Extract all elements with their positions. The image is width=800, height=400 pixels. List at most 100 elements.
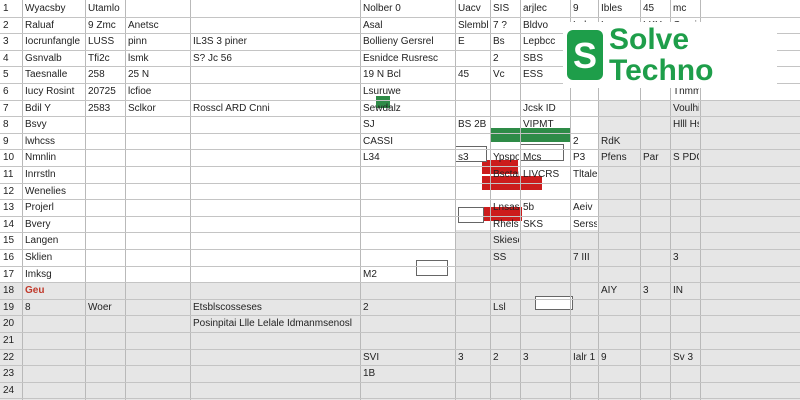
table-cell[interactable]: Ibles <box>601 1 639 16</box>
table-cell[interactable]: Sv 3 <box>673 350 699 365</box>
table-cell[interactable]: Tltalecs <box>573 167 597 182</box>
table-cell[interactable]: Posinpitai Llle Lelale Idmanmsenosl <box>193 316 359 331</box>
table-cell[interactable]: 45 <box>643 1 669 16</box>
table-cell[interactable]: SVI <box>363 350 454 365</box>
table-cell[interactable]: CASSI <box>363 134 454 149</box>
table-cell[interactable]: Asal <box>363 18 454 33</box>
table-cell[interactable]: Hlll Hsi <box>673 117 699 132</box>
table-cell[interactable]: Rhelsgo <box>493 217 519 232</box>
table-cell[interactable]: Bdil Y <box>25 101 84 116</box>
table-cell[interactable]: Nolber 0 <box>363 1 454 16</box>
table-cell[interactable]: 2 <box>493 51 519 66</box>
table-cell[interactable]: SKS <box>523 217 569 232</box>
table-cell[interactable]: Aeiv <box>573 200 597 215</box>
table-cell[interactable]: Serssarlim <box>573 217 597 232</box>
table-cell[interactable]: 8 <box>25 300 84 315</box>
table-cell[interactable]: Vc <box>493 67 519 82</box>
table-cell[interactable]: lwhcss <box>25 134 84 149</box>
table-cell[interactable]: M2 <box>363 267 454 282</box>
table-cell[interactable]: S? Jc 56 <box>193 51 359 66</box>
table-cell[interactable]: L34 <box>363 150 454 165</box>
table-cell[interactable]: Bsctar <box>493 167 519 182</box>
table-cell[interactable]: Imksg <box>25 267 84 282</box>
table-cell[interactable]: Langen <box>25 233 84 248</box>
table-cell[interactable]: 258 <box>88 67 124 82</box>
table-cell[interactable]: 9 Zmc <box>88 18 124 33</box>
table-cell[interactable]: LIVCRS <box>523 167 569 182</box>
table-cell[interactable]: s3 <box>458 150 489 165</box>
table-cell[interactable]: IN <box>673 283 699 298</box>
table-cell[interactable]: Raluaf <box>25 18 84 33</box>
table-cell[interactable]: Sclkor <box>128 101 189 116</box>
table-cell[interactable]: Iucy Rosint <box>25 84 84 99</box>
table-cell[interactable]: Skiesc <box>493 233 519 248</box>
table-cell[interactable]: Esnidce Rusresc <box>363 51 454 66</box>
table-cell[interactable]: Lsl <box>493 300 519 315</box>
table-cell[interactable]: Inrrstln <box>25 167 84 182</box>
table-cell[interactable]: Nmnlin <box>25 150 84 165</box>
table-cell[interactable]: pinn <box>128 34 189 49</box>
table-cell[interactable]: Iocrunfangle <box>25 34 84 49</box>
table-cell[interactable]: S PDO <box>673 150 699 165</box>
table-cell[interactable]: 3 <box>643 283 669 298</box>
table-cell[interactable]: Voulhi Gralcl <box>673 101 699 116</box>
table-cell[interactable]: E <box>458 34 489 49</box>
table-cell[interactable]: Bollieny Gersrel <box>363 34 454 49</box>
table-cell[interactable]: Lsuruwe <box>363 84 454 99</box>
table-cell[interactable]: Lnsaso <box>493 200 519 215</box>
table-cell[interactable]: SJ <box>363 117 454 132</box>
table-cell[interactable]: IL3S 3 piner <box>193 34 359 49</box>
table-cell[interactable]: 20725 <box>88 84 124 99</box>
table-cell[interactable]: Utamlo <box>88 1 124 16</box>
table-cell[interactable]: Uacv <box>458 1 489 16</box>
table-cell[interactable]: 2 <box>573 134 597 149</box>
table-cell[interactable]: 9 <box>601 350 639 365</box>
table-cell[interactable]: Par <box>643 150 669 165</box>
table-cell[interactable]: Geu <box>25 283 84 298</box>
table-cell[interactable]: Bsvy <box>25 117 84 132</box>
table-cell[interactable]: Wyacsby <box>25 1 84 16</box>
table-cell[interactable]: 45 <box>458 67 489 82</box>
table-cell[interactable]: 7 ? <box>493 18 519 33</box>
table-cell[interactable]: 25 N <box>128 67 189 82</box>
table-cell[interactable]: SS <box>493 250 519 265</box>
table-cell[interactable]: 5b <box>523 200 569 215</box>
table-cell[interactable]: Slemblopymeliz <box>458 18 489 33</box>
table-cell[interactable]: Etsblscosseses <box>193 300 359 315</box>
table-cell[interactable]: LUSS <box>88 34 124 49</box>
table-cell[interactable]: Gsnvalb <box>25 51 84 66</box>
table-cell[interactable]: 1B <box>363 366 454 381</box>
table-cell[interactable]: Rosscl ARD Cnni <box>193 101 359 116</box>
table-cell[interactable]: 2 <box>363 300 454 315</box>
table-cell[interactable]: Jcsk ID <box>523 101 569 116</box>
table-cell[interactable]: RdK <box>601 134 639 149</box>
table-cell[interactable]: 9 <box>573 1 597 16</box>
table-cell[interactable]: Sewdalz <box>363 101 454 116</box>
table-cell[interactable]: SIS <box>493 1 519 16</box>
table-cell[interactable]: Mcs <box>523 150 569 165</box>
table-cell[interactable]: BS 2B <box>458 117 489 132</box>
table-cell[interactable]: Ialr 1 <box>573 350 597 365</box>
table-cell[interactable]: Bvery <box>25 217 84 232</box>
cell-editor-box[interactable] <box>458 207 484 223</box>
table-cell[interactable]: arjlec <box>523 1 569 16</box>
table-cell[interactable]: AIY <box>601 283 639 298</box>
table-cell[interactable]: Tfi2c <box>88 51 124 66</box>
table-cell[interactable]: Projerl <box>25 200 84 215</box>
table-cell[interactable]: VIPMT <box>523 117 569 132</box>
table-cell[interactable]: Ypspo <box>493 150 519 165</box>
table-cell[interactable]: 19 N Bcl <box>363 67 454 82</box>
table-cell[interactable]: Bs <box>493 34 519 49</box>
table-cell[interactable]: mc <box>673 1 699 16</box>
table-cell[interactable]: 3 <box>458 350 489 365</box>
table-cell[interactable]: lcfioe <box>128 84 189 99</box>
table-cell[interactable]: 7 III <box>573 250 597 265</box>
table-cell[interactable]: Pfens <box>601 150 639 165</box>
table-cell[interactable]: Anetsc <box>128 18 189 33</box>
table-cell[interactable]: lsmk <box>128 51 189 66</box>
table-cell[interactable]: 3 <box>673 250 699 265</box>
table-cell[interactable]: Taesnalle <box>25 67 84 82</box>
table-cell[interactable]: Woer <box>88 300 124 315</box>
table-cell[interactable]: Wenelies <box>25 184 84 199</box>
table-cell[interactable]: 3 <box>523 350 569 365</box>
